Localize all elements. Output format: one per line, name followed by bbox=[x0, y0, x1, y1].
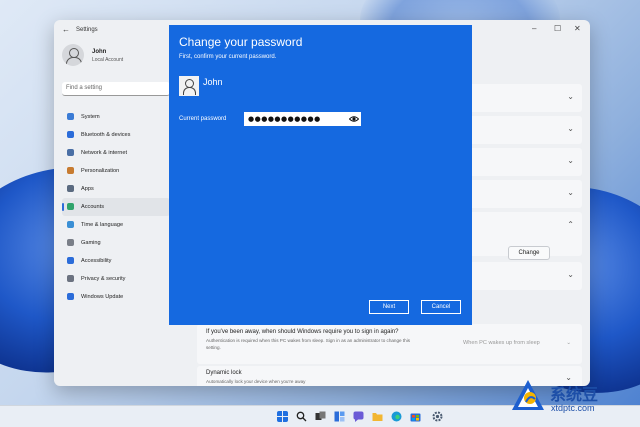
watermark-name: 系统豆 bbox=[550, 385, 599, 404]
away-description-cont: setting. bbox=[206, 345, 221, 350]
change-password-dialog: Change your password First, confirm your… bbox=[169, 25, 472, 325]
controller-icon bbox=[67, 239, 74, 246]
user-avatar-icon bbox=[179, 76, 199, 96]
sidebar-item-windows-update[interactable]: Windows Update bbox=[62, 288, 170, 306]
chat-icon[interactable] bbox=[353, 411, 364, 422]
update-icon bbox=[67, 293, 74, 300]
file-explorer-icon[interactable] bbox=[372, 411, 383, 422]
chevron-down-icon: ⌄ bbox=[567, 92, 574, 101]
away-description: Authentication is required when this PC … bbox=[206, 338, 411, 343]
next-button[interactable]: Next bbox=[369, 300, 409, 314]
sidebar-item-accessibility[interactable]: Accessibility bbox=[62, 252, 170, 270]
wifi-icon bbox=[67, 149, 74, 156]
bluetooth-icon bbox=[67, 131, 74, 138]
user-name: John bbox=[92, 49, 107, 55]
settings-icon[interactable] bbox=[432, 411, 443, 422]
edge-icon[interactable] bbox=[391, 411, 402, 422]
sidebar-item-label: Personalization bbox=[81, 168, 120, 174]
sidebar-item-personalization[interactable]: Personalization bbox=[62, 162, 170, 180]
current-password-label: Current password bbox=[179, 116, 227, 122]
brush-icon bbox=[67, 167, 74, 174]
dynamic-lock-description: Automatically lock your device when you'… bbox=[206, 379, 306, 384]
sidebar-item-time-language[interactable]: Time & language bbox=[62, 216, 170, 234]
chevron-down-icon: ⌄ bbox=[567, 188, 574, 197]
reveal-password-eye-icon[interactable] bbox=[349, 114, 359, 124]
sidebar-item-label: System bbox=[81, 114, 100, 120]
watermark-logo-icon bbox=[512, 380, 544, 410]
sidebar-nav: System Bluetooth & devices Network & inter… bbox=[62, 108, 170, 306]
select-value: When PC wakes up from sleep bbox=[463, 340, 540, 346]
widgets-icon[interactable] bbox=[334, 411, 345, 422]
sidebar-item-network-internet[interactable]: Network & internet bbox=[62, 144, 170, 162]
sidebar-item-label: Accounts bbox=[81, 204, 105, 210]
change-password-button[interactable]: Change bbox=[508, 246, 550, 260]
apps-icon bbox=[67, 185, 74, 192]
sidebar-item-apps[interactable]: Apps bbox=[62, 180, 170, 198]
avatar bbox=[62, 44, 84, 66]
chevron-down-icon: ⌄ bbox=[566, 340, 571, 346]
accessibility-icon bbox=[67, 257, 74, 264]
dialog-title: Change your password bbox=[179, 35, 303, 49]
back-arrow-icon[interactable]: ← bbox=[62, 25, 70, 34]
dialog-user-name: John bbox=[203, 77, 223, 87]
sign-in-requirement-card: If you've been away, when should Windows… bbox=[197, 324, 582, 364]
away-question: If you've been away, when should Windows… bbox=[206, 329, 399, 335]
sidebar-item-gaming[interactable]: Gaming bbox=[62, 234, 170, 252]
person-icon bbox=[67, 203, 74, 210]
chevron-down-icon: ⌄ bbox=[567, 270, 574, 279]
chevron-down-icon: ⌄ bbox=[567, 124, 574, 133]
sidebar-item-bluetooth-devices[interactable]: Bluetooth & devices bbox=[62, 126, 170, 144]
sidebar-item-label: Network & internet bbox=[81, 150, 128, 156]
maximize-icon[interactable]: ☐ bbox=[554, 24, 561, 33]
dynamic-lock-title: Dynamic lock bbox=[206, 370, 242, 376]
search-icon[interactable] bbox=[296, 411, 307, 422]
minimize-icon[interactable]: – bbox=[532, 24, 536, 33]
task-view-icon[interactable] bbox=[315, 411, 326, 422]
shield-icon bbox=[67, 275, 74, 282]
close-icon[interactable]: ✕ bbox=[574, 24, 581, 33]
sidebar-item-privacy-security[interactable]: Privacy & security bbox=[62, 270, 170, 288]
sidebar-item-label: Accessibility bbox=[81, 258, 112, 264]
sidebar-item-label: Gaming bbox=[81, 240, 101, 246]
search-input[interactable]: Find a setting bbox=[62, 82, 170, 96]
start-icon[interactable] bbox=[277, 411, 288, 422]
sidebar-item-label: Bluetooth & devices bbox=[81, 132, 131, 138]
current-password-input[interactable] bbox=[244, 112, 361, 126]
cancel-button[interactable]: Cancel bbox=[421, 300, 461, 314]
chevron-up-icon: ⌃ bbox=[567, 220, 574, 229]
store-icon[interactable] bbox=[410, 411, 421, 422]
sidebar-item-accounts[interactable]: Accounts bbox=[62, 198, 170, 216]
sidebar-item-system[interactable]: System bbox=[62, 108, 170, 126]
sidebar-item-label: Privacy & security bbox=[81, 276, 126, 282]
globe-icon bbox=[67, 221, 74, 228]
watermark: 系统豆 xtdptc.com bbox=[510, 376, 636, 424]
chevron-down-icon: ⌄ bbox=[567, 156, 574, 165]
sidebar-item-label: Windows Update bbox=[81, 294, 124, 300]
sidebar-item-label: Time & language bbox=[81, 222, 124, 228]
window-title: Settings bbox=[76, 27, 98, 33]
system-icon bbox=[67, 113, 74, 120]
sidebar-item-label: Apps bbox=[81, 186, 94, 192]
dialog-subtitle: First, confirm your current password. bbox=[179, 54, 277, 60]
watermark-url: xtdptc.com bbox=[551, 403, 595, 413]
sign-in-requirement-select[interactable]: When PC wakes up from sleep ⌄ bbox=[463, 336, 575, 350]
user-account-type: Local Account bbox=[92, 57, 124, 63]
